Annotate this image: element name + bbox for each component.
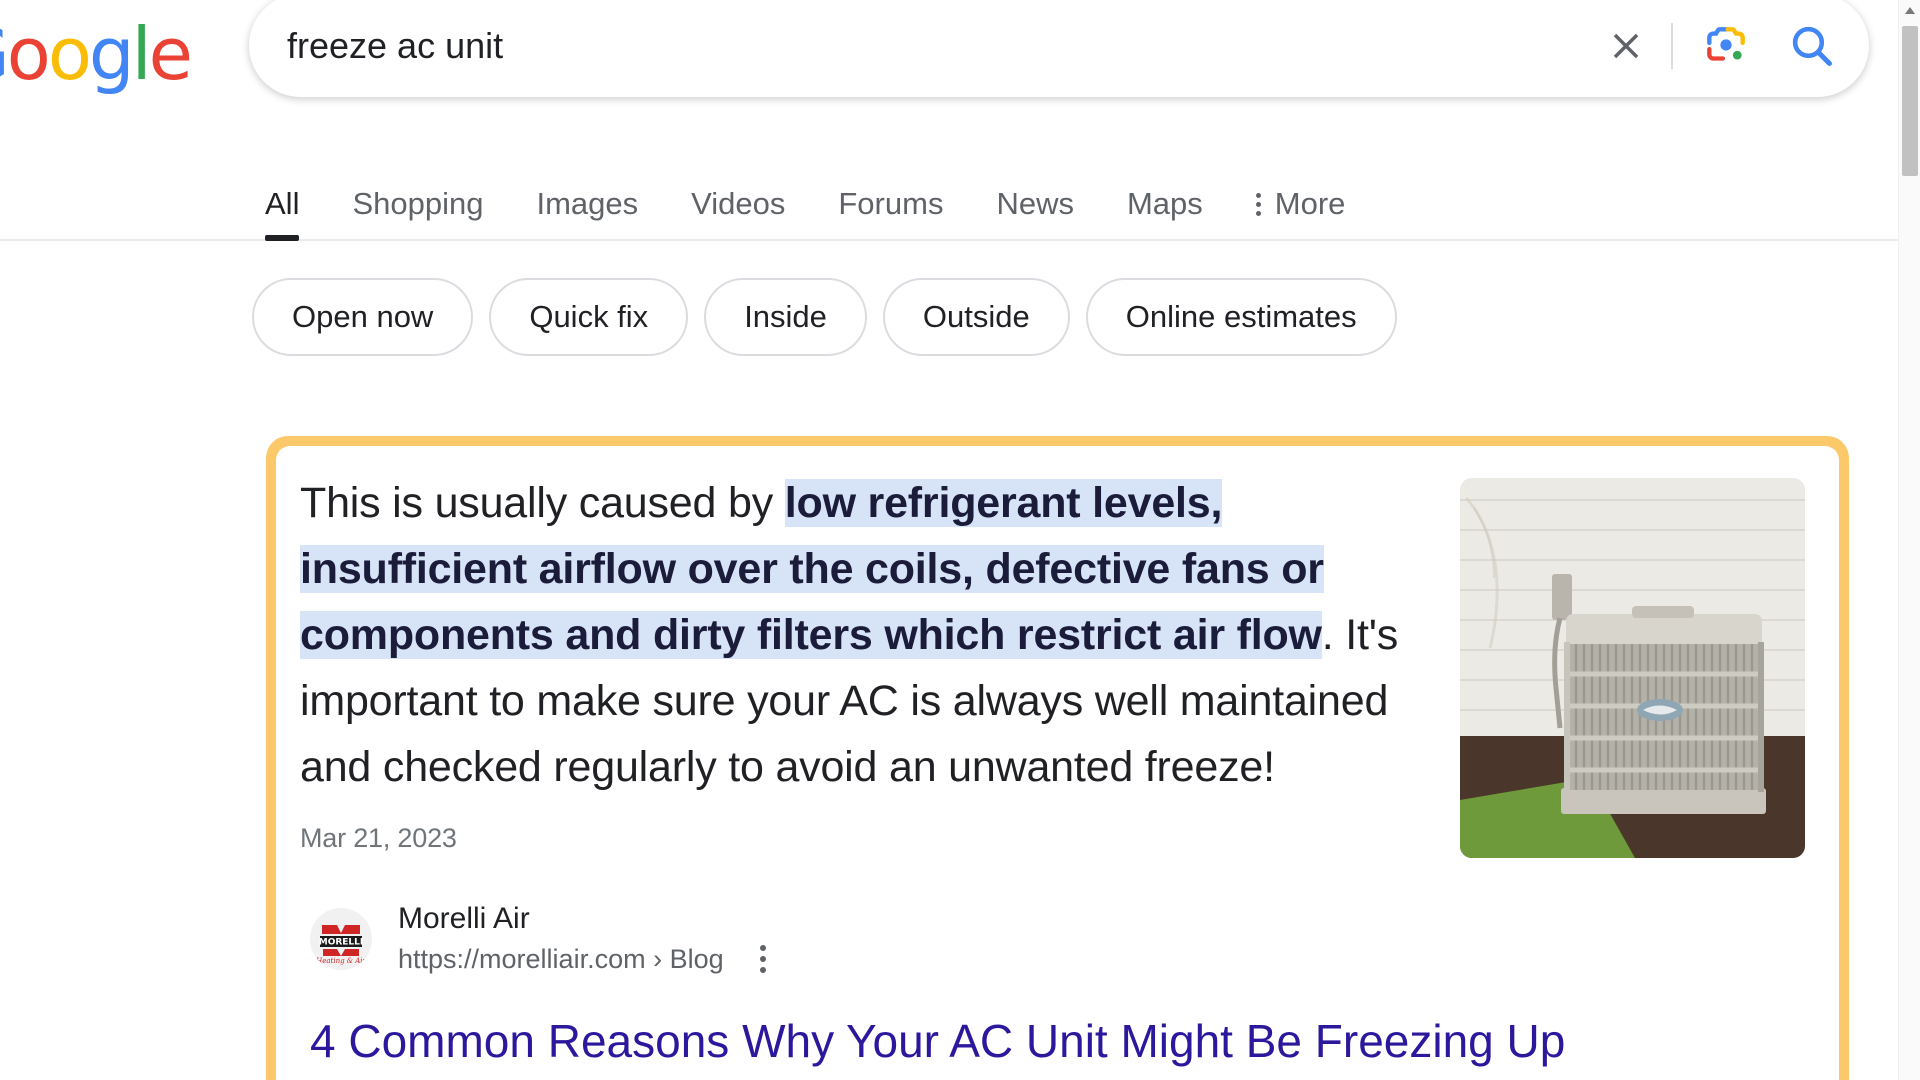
svg-text:Heating & Air: Heating & Air (315, 957, 366, 965)
search-submit-button[interactable] (1781, 15, 1843, 77)
kebab-vertical-icon (1255, 192, 1261, 216)
featured-snippet-text: This is usually caused by low refrigeran… (300, 470, 1460, 871)
logo-letter-g2: g (88, 12, 135, 96)
tab-videos[interactable]: Videos (691, 187, 785, 239)
featured-snippet-card: This is usually caused by low refrigeran… (276, 446, 1839, 1080)
google-search-results-page: Google (0, 0, 1920, 1080)
search-input[interactable] (287, 20, 1597, 71)
source-favicon: MORELLI Heating & Air (310, 908, 372, 970)
tab-maps[interactable]: Maps (1127, 187, 1203, 239)
tab-news[interactable]: News (996, 187, 1074, 239)
result-thumbnail[interactable] (1460, 478, 1805, 858)
page-scrollbar[interactable] (1898, 0, 1920, 1080)
tab-more-button[interactable]: More (1255, 186, 1346, 239)
outdoor-ac-condenser-unit-photo (1460, 478, 1805, 858)
source-meta: Morelli Air https://morelliair.com › Blo… (398, 899, 776, 979)
search-magnifier-icon (1792, 26, 1832, 66)
filter-chip-inside[interactable]: Inside (704, 278, 867, 356)
source-name: Morelli Air (398, 902, 530, 935)
search-nav-bar: All Shopping Images Videos Forums News M… (0, 161, 1920, 241)
result-options-button[interactable] (750, 939, 776, 979)
source-url-line: https://morelliair.com › Blog (398, 939, 776, 979)
logo-letter-o1: o (6, 12, 51, 96)
searchbar-divider (1671, 22, 1673, 69)
svg-text:MORELLI: MORELLI (319, 938, 364, 948)
logo-letter-l: l (131, 12, 152, 96)
scrollbar-thumb[interactable] (1902, 26, 1918, 176)
source-url: https://morelliair.com › Blog (398, 944, 724, 974)
tab-all[interactable]: All (265, 187, 300, 241)
search-bar[interactable] (249, 0, 1869, 97)
google-logo[interactable]: Google (0, 12, 193, 96)
tab-images[interactable]: Images (536, 187, 638, 239)
filter-chip-quick-fix[interactable]: Quick fix (489, 278, 689, 356)
filter-chips-row: Open now Quick fix Inside Outside Online… (252, 278, 1397, 356)
morelli-air-logo: MORELLI Heating & Air (310, 908, 372, 970)
result-title-link[interactable]: 4 Common Reasons Why Your AC Unit Might … (300, 1011, 1805, 1071)
close-icon (1613, 33, 1639, 58)
tab-forums[interactable]: Forums (838, 187, 943, 239)
filter-chip-online-estimates[interactable]: Online estimates (1085, 278, 1397, 356)
search-header: Google (0, 0, 1920, 115)
tab-more-label: More (1274, 186, 1346, 221)
snippet-date: Mar 21, 2023 (300, 823, 457, 853)
caret-up-icon (1905, 7, 1915, 14)
result-source-row: MORELLI Heating & Air Morelli Air https:… (300, 899, 1805, 979)
filter-chip-outside[interactable]: Outside (882, 278, 1070, 356)
snippet-text-before: This is usually caused by (300, 479, 785, 527)
filter-chip-open-now[interactable]: Open now (252, 278, 474, 356)
tab-shopping[interactable]: Shopping (352, 187, 483, 239)
scrollbar-up-button[interactable] (1899, 0, 1920, 22)
google-lens-camera-icon (1707, 26, 1745, 61)
search-nav-tabs: All Shopping Images Videos Forums News M… (265, 161, 1346, 241)
featured-snippet-highlight-border: This is usually caused by low refrigeran… (266, 436, 1849, 1080)
logo-letter-g: G (0, 18, 10, 90)
featured-snippet-body: This is usually caused by low refrigeran… (300, 470, 1805, 871)
logo-letter-e: e (148, 12, 193, 96)
clear-search-button[interactable] (1597, 17, 1655, 75)
google-lens-button[interactable] (1695, 15, 1757, 77)
logo-letter-o2: o (47, 12, 92, 96)
